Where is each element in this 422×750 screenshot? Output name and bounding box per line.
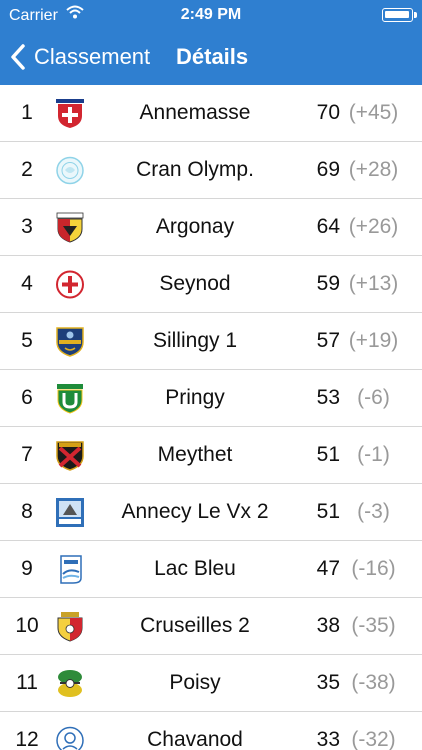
- points: 64: [316, 215, 340, 238]
- annemasse-crest-icon: [56, 99, 84, 128]
- table-row[interactable]: 4 Seynod 59 (+13): [0, 256, 422, 313]
- navigation-bar: Classement Détails: [0, 32, 422, 85]
- table-row[interactable]: 11 Poisy 35 (-38): [0, 655, 422, 712]
- back-button[interactable]: Classement: [10, 40, 150, 74]
- team-name: Annecy Le Vx 2: [121, 500, 269, 523]
- points: 38: [316, 614, 340, 637]
- page-title: Détails: [176, 44, 249, 69]
- table-row[interactable]: 12 Chavanod 33 (-32): [0, 712, 422, 750]
- team-name: Cran Olymp.: [136, 158, 254, 181]
- rank: 1: [21, 101, 33, 124]
- goal-difference: (-32): [351, 728, 396, 750]
- pringy-crest-icon: [57, 384, 83, 414]
- team-name: Pringy: [165, 386, 225, 409]
- points: 70: [316, 101, 340, 124]
- rank: 7: [21, 443, 33, 466]
- clock: 2:49 PM: [180, 6, 242, 23]
- points: 33: [316, 728, 340, 750]
- team-name: Seynod: [159, 272, 231, 295]
- back-button-label: Classement: [34, 44, 151, 69]
- header: Carrier 2:49 PM Classement Détails: [0, 0, 422, 85]
- standings-list: 1 Annemasse 70 (+45) 2 Cran Olymp. 69 (+…: [0, 85, 422, 750]
- team-name: Meythet: [157, 443, 233, 466]
- rank: 12: [15, 728, 39, 750]
- table-row[interactable]: 5 Sillingy 1 57 (+19): [0, 313, 422, 370]
- table-row[interactable]: 9 Lac Bleu 47 (-16): [0, 541, 422, 598]
- points: 35: [316, 671, 340, 694]
- chavanod-crest-icon: [56, 726, 84, 750]
- chevron-left-icon: [11, 44, 25, 70]
- cruseilles-crest-icon: [57, 612, 83, 642]
- rank: 11: [16, 671, 38, 694]
- meythet-crest-icon: [56, 441, 84, 471]
- rank: 6: [21, 386, 33, 409]
- annecy-le-vieux-crest-icon: [56, 498, 84, 527]
- rank: 5: [21, 329, 33, 352]
- table-row[interactable]: 10 Cruseilles 2 38 (-35): [0, 598, 422, 655]
- team-name: Sillingy 1: [152, 329, 238, 352]
- rank: 9: [21, 557, 33, 580]
- rank: 8: [21, 500, 33, 523]
- goal-difference: (+19): [348, 329, 399, 352]
- rank: 3: [21, 215, 33, 238]
- lac-bleu-crest-icon: [60, 555, 82, 584]
- cran-olympique-crest-icon: [56, 156, 84, 185]
- goal-difference: (-38): [351, 671, 396, 694]
- seynod-crest-icon: [56, 270, 84, 299]
- poisy-crest-icon: [58, 670, 82, 697]
- points: 69: [316, 158, 340, 181]
- team-name: Argonay: [155, 215, 235, 238]
- table-row[interactable]: 7 Meythet 51 (-1): [0, 427, 422, 484]
- status-bar: Carrier 2:49 PM: [0, 0, 422, 32]
- points: 47: [316, 557, 340, 580]
- goal-difference: (+26): [348, 215, 399, 238]
- sillingy-crest-icon: [56, 327, 84, 357]
- table-row[interactable]: 1 Annemasse 70 (+45): [0, 85, 422, 142]
- points: 51: [316, 443, 340, 466]
- points: 53: [316, 386, 340, 409]
- goal-difference: (-1): [357, 443, 390, 466]
- team-name: Lac Bleu: [154, 557, 236, 580]
- points: 57: [316, 329, 340, 352]
- rank: 2: [21, 158, 33, 181]
- goal-difference: (-16): [351, 557, 396, 580]
- points: 59: [316, 272, 340, 295]
- goal-difference: (+45): [348, 101, 399, 124]
- goal-difference: (+13): [348, 272, 399, 295]
- rank: 10: [15, 614, 39, 637]
- goal-difference: (-6): [357, 386, 390, 409]
- team-name: Cruseilles 2: [140, 614, 250, 637]
- table-row[interactable]: 8 Annecy Le Vx 2 51 (-3): [0, 484, 422, 541]
- points: 51: [316, 500, 340, 523]
- table-row[interactable]: 3 Argonay 64 (+26): [0, 199, 422, 256]
- team-name: Poisy: [169, 671, 221, 694]
- goal-difference: (-35): [351, 614, 396, 637]
- goal-difference: (-3): [357, 500, 390, 523]
- team-name: Chavanod: [147, 728, 243, 750]
- goal-difference: (+28): [348, 158, 399, 181]
- argonay-crest-icon: [56, 212, 84, 243]
- battery-icon: [382, 8, 417, 22]
- team-name: Annemasse: [139, 101, 251, 124]
- rank: 4: [21, 272, 33, 295]
- table-row[interactable]: 6 Pringy 53 (-6): [0, 370, 422, 427]
- table-row[interactable]: 2 Cran Olymp. 69 (+28): [0, 142, 422, 199]
